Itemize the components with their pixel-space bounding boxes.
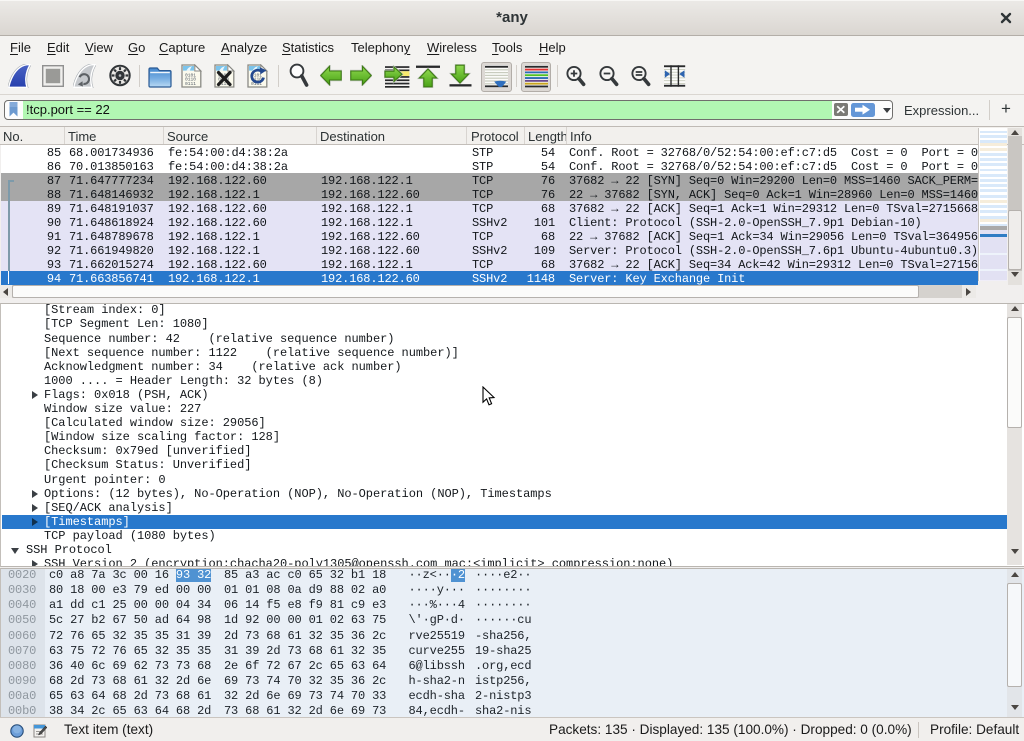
svg-text:0111: 0111 [185,81,196,87]
